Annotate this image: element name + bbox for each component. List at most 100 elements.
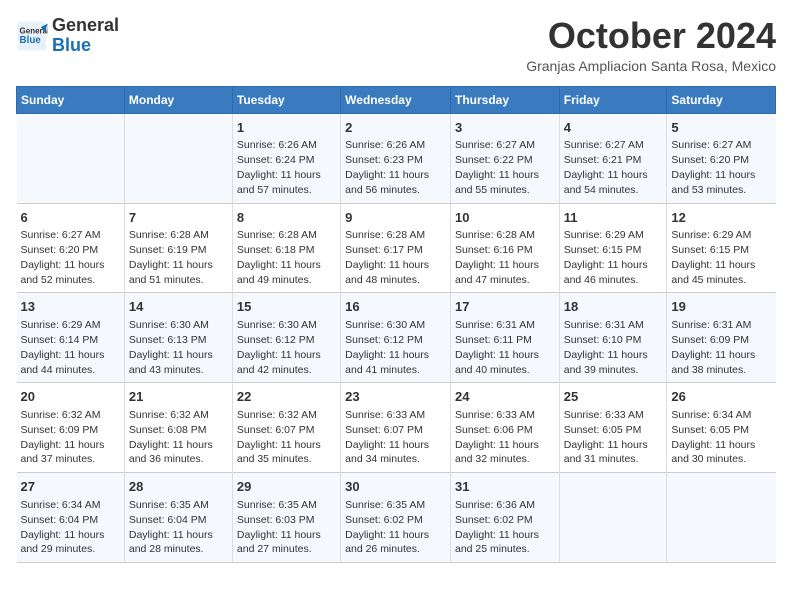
- day-number: 30: [345, 478, 446, 496]
- day-number: 17: [455, 298, 555, 316]
- calendar-cell: 7Sunrise: 6:28 AM Sunset: 6:19 PM Daylig…: [124, 203, 232, 293]
- day-number: 1: [237, 119, 336, 137]
- weekday-header: Tuesday: [232, 86, 340, 113]
- cell-daylight-info: Sunrise: 6:26 AM Sunset: 6:24 PM Dayligh…: [237, 139, 321, 196]
- cell-daylight-info: Sunrise: 6:32 AM Sunset: 6:08 PM Dayligh…: [129, 409, 213, 466]
- cell-daylight-info: Sunrise: 6:28 AM Sunset: 6:17 PM Dayligh…: [345, 229, 429, 286]
- calendar-cell: 18 Sunrise: 6:31 AM Sunset: 6:10 PM Dayli…: [559, 293, 667, 383]
- day-number: 21: [129, 388, 228, 406]
- cell-daylight-info: Sunrise: 6:29 AM Sunset: 6:15 PM Dayligh…: [671, 229, 755, 286]
- calendar-body: 1 Sunrise: 6:26 AM Sunset: 6:24 PM Daylig…: [17, 113, 776, 563]
- calendar-cell: 3 Sunrise: 6:27 AM Sunset: 6:22 PM Daylig…: [450, 113, 559, 203]
- cell-daylight-info: Sunrise: 6:29 AM Sunset: 6:14 PM Dayligh…: [21, 319, 105, 376]
- weekday-header: Sunday: [17, 86, 125, 113]
- calendar-cell: [17, 113, 125, 203]
- calendar-cell: 20Sunrise: 6:32 AM Sunset: 6:09 PM Dayli…: [17, 383, 125, 473]
- calendar-cell: 1 Sunrise: 6:26 AM Sunset: 6:24 PM Daylig…: [232, 113, 340, 203]
- day-number: 7: [129, 209, 228, 227]
- day-number: 13: [21, 298, 120, 316]
- cell-daylight-info: Sunrise: 6:29 AM Sunset: 6:15 PM Dayligh…: [564, 229, 648, 286]
- calendar-cell: 17Sunrise: 6:31 AM Sunset: 6:11 PM Dayli…: [450, 293, 559, 383]
- day-number: 14: [129, 298, 228, 316]
- calendar-cell: 5Sunrise: 6:27 AM Sunset: 6:20 PM Daylig…: [667, 113, 776, 203]
- cell-daylight-info: Sunrise: 6:28 AM Sunset: 6:16 PM Dayligh…: [455, 229, 539, 286]
- calendar-row: 13 Sunrise: 6:29 AM Sunset: 6:14 PM Dayli…: [17, 293, 776, 383]
- cell-daylight-info: Sunrise: 6:30 AM Sunset: 6:13 PM Dayligh…: [129, 319, 213, 376]
- cell-daylight-info: Sunrise: 6:28 AM Sunset: 6:18 PM Dayligh…: [237, 229, 321, 286]
- cell-daylight-info: Sunrise: 6:33 AM Sunset: 6:07 PM Dayligh…: [345, 409, 429, 466]
- cell-daylight-info: Sunrise: 6:30 AM Sunset: 6:12 PM Dayligh…: [237, 319, 321, 376]
- calendar-cell: 31Sunrise: 6:36 AM Sunset: 6:02 PM Dayli…: [450, 473, 559, 563]
- day-number: 12: [671, 209, 771, 227]
- day-number: 15: [237, 298, 336, 316]
- day-number: 31: [455, 478, 555, 496]
- calendar-cell: 16 Sunrise: 6:30 AM Sunset: 6:12 PM Dayli…: [341, 293, 451, 383]
- day-number: 9: [345, 209, 446, 227]
- title-area: October 2024 Granjas Ampliacion Santa Ro…: [526, 16, 776, 74]
- calendar-cell: 24Sunrise: 6:33 AM Sunset: 6:06 PM Dayli…: [450, 383, 559, 473]
- day-number: 11: [564, 209, 663, 227]
- cell-daylight-info: Sunrise: 6:33 AM Sunset: 6:06 PM Dayligh…: [455, 409, 539, 466]
- calendar-cell: 21 Sunrise: 6:32 AM Sunset: 6:08 PM Dayli…: [124, 383, 232, 473]
- calendar-cell: 27Sunrise: 6:34 AM Sunset: 6:04 PM Dayli…: [17, 473, 125, 563]
- day-number: 6: [21, 209, 120, 227]
- cell-daylight-info: Sunrise: 6:33 AM Sunset: 6:05 PM Dayligh…: [564, 409, 648, 466]
- cell-daylight-info: Sunrise: 6:35 AM Sunset: 6:04 PM Dayligh…: [129, 499, 213, 556]
- cell-daylight-info: Sunrise: 6:31 AM Sunset: 6:09 PM Dayligh…: [671, 319, 755, 376]
- logo-icon: General Blue: [16, 20, 48, 52]
- calendar-cell: 13 Sunrise: 6:29 AM Sunset: 6:14 PM Dayli…: [17, 293, 125, 383]
- calendar-cell: 15 Sunrise: 6:30 AM Sunset: 6:12 PM Dayli…: [232, 293, 340, 383]
- calendar-cell: 4Sunrise: 6:27 AM Sunset: 6:21 PM Daylig…: [559, 113, 667, 203]
- day-number: 2: [345, 119, 446, 137]
- calendar-cell: 30 Sunrise: 6:35 AM Sunset: 6:02 PM Dayli…: [341, 473, 451, 563]
- day-number: 4: [564, 119, 663, 137]
- logo-general: General: [52, 15, 119, 35]
- svg-text:Blue: Blue: [20, 35, 42, 46]
- day-number: 26: [671, 388, 771, 406]
- calendar-cell: 11 Sunrise: 6:29 AM Sunset: 6:15 PM Dayli…: [559, 203, 667, 293]
- logo: General Blue General Blue: [16, 16, 119, 56]
- day-number: 20: [21, 388, 120, 406]
- logo-text: General Blue: [52, 16, 119, 56]
- day-number: 19: [671, 298, 771, 316]
- calendar-cell: 12 Sunrise: 6:29 AM Sunset: 6:15 PM Dayli…: [667, 203, 776, 293]
- calendar-cell: 14 Sunrise: 6:30 AM Sunset: 6:13 PM Dayli…: [124, 293, 232, 383]
- calendar-cell: 28Sunrise: 6:35 AM Sunset: 6:04 PM Dayli…: [124, 473, 232, 563]
- calendar-table: SundayMondayTuesdayWednesdayThursdayFrid…: [16, 86, 776, 564]
- calendar-row: 6Sunrise: 6:27 AM Sunset: 6:20 PM Daylig…: [17, 203, 776, 293]
- day-number: 5: [671, 119, 771, 137]
- calendar-cell: [667, 473, 776, 563]
- calendar-cell: 26Sunrise: 6:34 AM Sunset: 6:05 PM Dayli…: [667, 383, 776, 473]
- day-number: 18: [564, 298, 663, 316]
- calendar-header: SundayMondayTuesdayWednesdayThursdayFrid…: [17, 86, 776, 113]
- day-number: 16: [345, 298, 446, 316]
- day-number: 23: [345, 388, 446, 406]
- calendar-cell: 22Sunrise: 6:32 AM Sunset: 6:07 PM Dayli…: [232, 383, 340, 473]
- cell-daylight-info: Sunrise: 6:30 AM Sunset: 6:12 PM Dayligh…: [345, 319, 429, 376]
- month-title: October 2024: [526, 16, 776, 56]
- cell-daylight-info: Sunrise: 6:35 AM Sunset: 6:03 PM Dayligh…: [237, 499, 321, 556]
- calendar-row: 20Sunrise: 6:32 AM Sunset: 6:09 PM Dayli…: [17, 383, 776, 473]
- day-number: 22: [237, 388, 336, 406]
- day-number: 25: [564, 388, 663, 406]
- calendar-cell: 9 Sunrise: 6:28 AM Sunset: 6:17 PM Daylig…: [341, 203, 451, 293]
- page-header: General Blue General Blue October 2024 G…: [16, 16, 776, 74]
- cell-daylight-info: Sunrise: 6:26 AM Sunset: 6:23 PM Dayligh…: [345, 139, 429, 196]
- weekday-header: Friday: [559, 86, 667, 113]
- weekday-header: Saturday: [667, 86, 776, 113]
- day-number: 29: [237, 478, 336, 496]
- day-number: 10: [455, 209, 555, 227]
- cell-daylight-info: Sunrise: 6:27 AM Sunset: 6:22 PM Dayligh…: [455, 139, 539, 196]
- calendar-cell: 10 Sunrise: 6:28 AM Sunset: 6:16 PM Dayli…: [450, 203, 559, 293]
- cell-daylight-info: Sunrise: 6:35 AM Sunset: 6:02 PM Dayligh…: [345, 499, 429, 556]
- location: Granjas Ampliacion Santa Rosa, Mexico: [526, 58, 776, 74]
- calendar-cell: [124, 113, 232, 203]
- cell-daylight-info: Sunrise: 6:31 AM Sunset: 6:10 PM Dayligh…: [564, 319, 648, 376]
- weekday-header: Monday: [124, 86, 232, 113]
- calendar-cell: 6Sunrise: 6:27 AM Sunset: 6:20 PM Daylig…: [17, 203, 125, 293]
- day-number: 3: [455, 119, 555, 137]
- calendar-cell: 29 Sunrise: 6:35 AM Sunset: 6:03 PM Dayli…: [232, 473, 340, 563]
- calendar-cell: 2 Sunrise: 6:26 AM Sunset: 6:23 PM Daylig…: [341, 113, 451, 203]
- calendar-row: 27Sunrise: 6:34 AM Sunset: 6:04 PM Dayli…: [17, 473, 776, 563]
- calendar-cell: 8Sunrise: 6:28 AM Sunset: 6:18 PM Daylig…: [232, 203, 340, 293]
